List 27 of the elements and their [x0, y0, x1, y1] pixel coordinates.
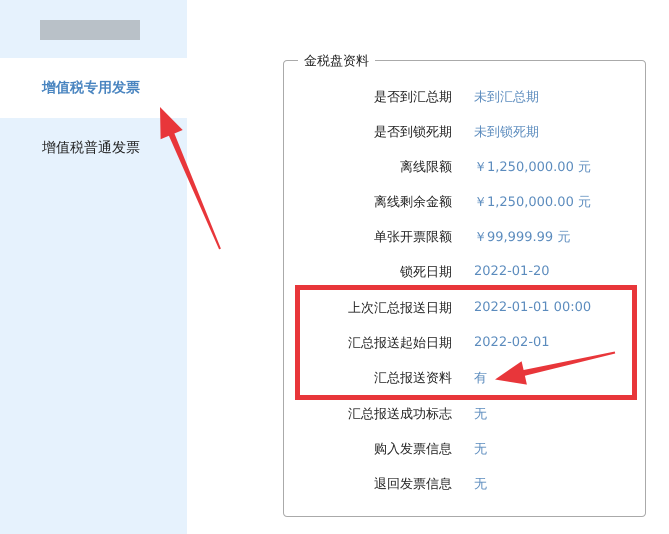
- field-label: 购入发票信息: [373, 440, 452, 458]
- field-value: ￥1,250,000.00 元: [474, 158, 591, 176]
- field-value: ￥1,250,000.00 元: [474, 194, 591, 210]
- field-label: 退回发票信息: [373, 476, 452, 492]
- field-label: 离线剩余金额: [373, 194, 452, 210]
- panel-title: 金税盘资料: [298, 52, 375, 70]
- field-value: 未到汇总期: [474, 88, 539, 106]
- field-value: 有: [474, 370, 487, 386]
- field-label: 汇总报送资料: [373, 370, 452, 386]
- field-value: 无: [474, 406, 487, 422]
- field-value: ￥99,999.99 元: [474, 228, 570, 246]
- field-label: 单张开票限额: [373, 228, 452, 246]
- field-label: 上次汇总报送日期: [347, 300, 452, 316]
- field-label: 离线限额: [399, 158, 452, 176]
- field-label: 汇总报送成功标志: [347, 406, 452, 422]
- sidebar-item[interactable]: 增值税专用发票: [0, 58, 187, 118]
- field-label: 汇总报送起始日期: [347, 334, 452, 352]
- field-value: 2022-01-20: [474, 264, 550, 279]
- sidebar-item[interactable]: 增值税普通发票: [0, 118, 187, 178]
- field-label: 是否到锁死期: [373, 124, 452, 140]
- field-label: 是否到汇总期: [373, 88, 452, 106]
- field-value: 2022-02-01: [474, 335, 550, 350]
- field-value: 无: [474, 440, 487, 458]
- field-value: 2022-01-01 00:00: [474, 300, 592, 315]
- field-value: 未到锁死期: [474, 124, 539, 140]
- field-value: 无: [474, 476, 487, 492]
- field-label: 锁死日期: [399, 264, 452, 280]
